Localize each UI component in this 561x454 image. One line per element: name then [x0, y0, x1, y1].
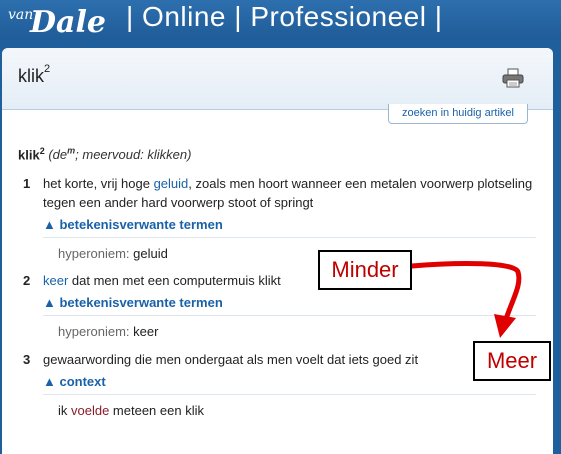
site-header: van Dale | Online | Professioneel |	[0, 0, 561, 40]
annotation-minder: Minder	[318, 250, 412, 290]
sense-definition: het korte, vrij hoge geluid, zoals men h…	[43, 176, 533, 210]
sense-definition: keer dat men met een computermuis klikt	[43, 273, 281, 288]
sense-number: 1	[23, 176, 31, 191]
annotation-meer: Meer	[473, 341, 551, 381]
link-voelde[interactable]: voelde	[71, 403, 109, 418]
link-geluid[interactable]: geluid	[154, 176, 189, 191]
search-in-article-tab[interactable]: zoeken in huidig artikel	[388, 104, 528, 124]
link-keer[interactable]: keer	[43, 273, 68, 288]
sense-number: 3	[23, 352, 31, 367]
section-toggle-related-terms[interactable]: ▲ betekenisverwante termen	[43, 216, 536, 238]
section-toggle-context[interactable]: ▲ context	[43, 373, 536, 395]
article-panel: klik2 zoeken in huidig artikel klik2 (de…	[2, 48, 553, 454]
headword-sup: 2	[39, 146, 45, 156]
print-icon[interactable]	[502, 68, 524, 88]
related-term: hyperoniem: keer	[58, 324, 159, 339]
sense-definition: gewaarwording die men ondergaat als men …	[43, 352, 419, 367]
article-title-bar: klik2	[2, 48, 553, 110]
logo-dale: Dale	[29, 5, 106, 35]
article-title: klik2	[18, 63, 51, 86]
related-term: hyperoniem: geluid	[58, 246, 168, 261]
header-title: | Online | Professioneel |	[126, 1, 443, 32]
grammar-info: (dem; meervoud: klikken)	[48, 146, 192, 163]
van-dale-logo[interactable]: van Dale	[6, 3, 124, 35]
context-example: ik voelde meteen een klik	[58, 403, 204, 418]
headword: klik	[18, 147, 40, 163]
section-toggle-related-terms[interactable]: ▲ betekenisverwante termen	[43, 294, 536, 316]
sense-number: 2	[23, 273, 31, 288]
headword-line: klik2 (dem; meervoud: klikken)	[18, 146, 192, 162]
